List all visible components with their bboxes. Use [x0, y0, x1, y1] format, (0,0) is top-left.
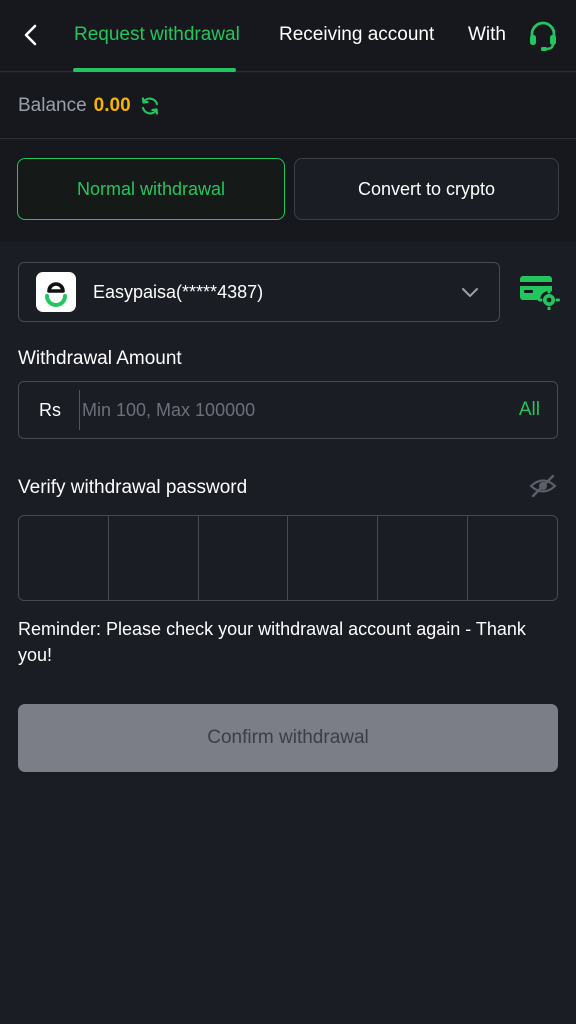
balance-label: Balance — [18, 94, 87, 116]
back-button[interactable] — [14, 18, 48, 52]
receiving-account-select[interactable]: Easypaisa(*****4387) — [18, 262, 500, 322]
card-settings-icon[interactable] — [518, 272, 560, 310]
tab-withdrawal-history[interactable]: With — [468, 22, 506, 48]
password-input-group — [18, 515, 558, 601]
password-digit-2[interactable] — [109, 516, 199, 600]
top-nav-bar: Request withdrawal Receiving account Wit… — [0, 0, 576, 72]
password-digit-6[interactable] — [468, 516, 557, 600]
chevron-down-icon — [462, 288, 478, 297]
chevron-left-icon — [24, 24, 37, 46]
password-digit-5[interactable] — [378, 516, 469, 600]
refresh-icon[interactable] — [139, 95, 161, 117]
currency-label: Rs — [39, 399, 61, 420]
convert-to-crypto-button[interactable]: Convert to crypto — [294, 158, 559, 220]
withdrawal-mode-selector: Normal withdrawal Convert to crypto — [0, 140, 576, 242]
normal-withdrawal-button[interactable]: Normal withdrawal — [17, 158, 285, 220]
easypaisa-logo-icon — [36, 272, 76, 312]
reminder-text: Reminder: Please check your withdrawal a… — [18, 619, 526, 665]
eye-off-icon[interactable] — [528, 472, 558, 500]
password-digit-3[interactable] — [199, 516, 289, 600]
password-digit-4[interactable] — [288, 516, 379, 600]
tab-receiving-account[interactable]: Receiving account — [279, 22, 434, 48]
active-tab-indicator — [73, 68, 236, 72]
password-digit-1[interactable] — [19, 516, 109, 600]
tab-request-withdrawal[interactable]: Request withdrawal — [74, 22, 240, 48]
customer-support-button[interactable] — [524, 18, 562, 54]
withdrawal-amount-label: Withdrawal Amount — [18, 348, 182, 369]
account-name: Easypaisa(*****4387) — [93, 281, 264, 302]
amount-input[interactable] — [79, 390, 479, 430]
headset-icon — [530, 21, 556, 51]
all-amount-button[interactable]: All — [519, 399, 540, 421]
balance-value: 0.00 — [93, 94, 131, 116]
confirm-withdrawal-button[interactable]: Confirm withdrawal — [18, 704, 558, 772]
balance-row: Balance 0.00 — [0, 73, 576, 139]
password-label: Verify withdrawal password — [18, 477, 248, 498]
withdrawal-amount-field: Rs All — [18, 381, 558, 439]
